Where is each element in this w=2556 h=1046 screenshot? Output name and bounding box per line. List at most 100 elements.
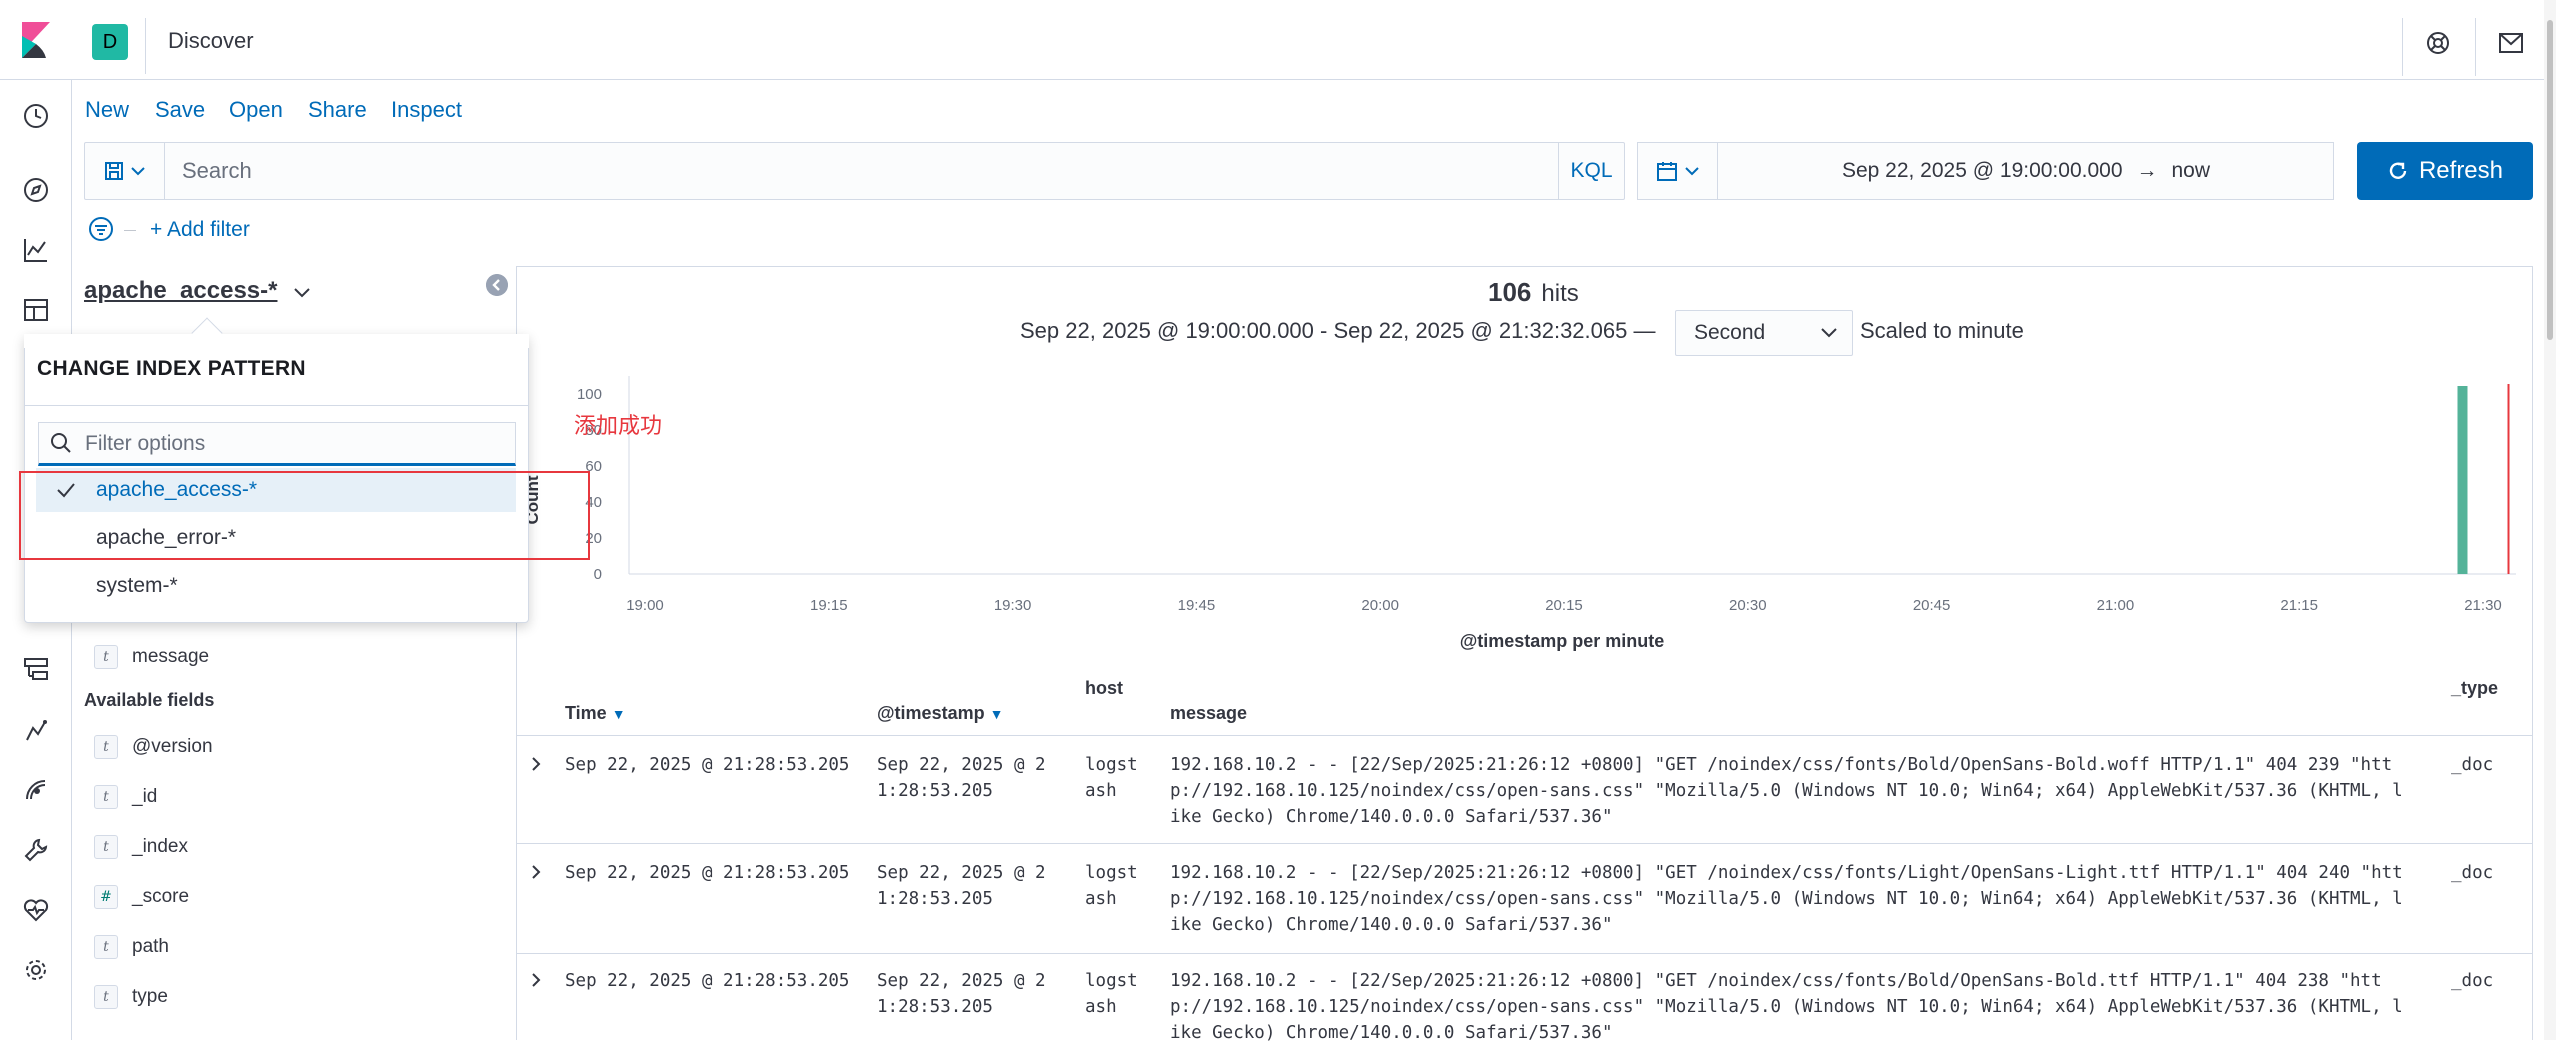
filter-options-input[interactable] <box>83 427 503 461</box>
x-tick-label: 19:00 <box>626 597 664 614</box>
search-input[interactable] <box>168 143 1556 199</box>
cell-line: 192.168.10.2 - - [22/Sep/2025:21:26:12 +… <box>1170 971 2382 991</box>
cell-line: 1:28:53.205 <box>877 781 993 801</box>
cell-line: ike Gecko) Chrome/140.0.0.0 Safari/537.3… <box>1170 915 1613 935</box>
cell-line: p://192.168.10.125/noindex/css/open-sans… <box>1170 889 2403 909</box>
expand-row-icon[interactable] <box>526 970 546 990</box>
column-header-host[interactable]: host <box>1085 678 1123 699</box>
inspect-button[interactable]: Inspect <box>391 97 462 123</box>
cell-time: Sep 22, 2025 @ 21:28:53.205 <box>565 971 850 991</box>
chevron-down-icon[interactable] <box>292 282 312 302</box>
monitoring-heart-icon[interactable] <box>18 892 54 928</box>
cell-line: Sep 22, 2025 @ 2 <box>877 755 1046 775</box>
cell-line: p://192.168.10.125/noindex/css/open-sans… <box>1170 997 2403 1017</box>
chevron-down-icon <box>1684 167 1699 176</box>
cell-host: logst ash <box>1085 860 1138 912</box>
dashboard-icon[interactable] <box>18 292 54 328</box>
column-header-time[interactable]: Time ▼ <box>565 703 626 724</box>
sort-down-icon[interactable]: ▼ <box>990 706 1004 722</box>
x-axis-label: @timestamp per minute <box>1460 631 1665 651</box>
row-divider <box>517 953 2533 954</box>
string-type-icon: t <box>94 835 118 859</box>
help-icon[interactable] <box>2423 28 2453 58</box>
field-item[interactable]: # _score <box>94 882 189 912</box>
cell-line: Sep 22, 2025 @ 2 <box>877 971 1046 991</box>
recent-clock-icon[interactable] <box>18 98 54 134</box>
field-name: _index <box>132 836 188 857</box>
query-language-button[interactable]: KQL <box>1558 143 1624 199</box>
x-tick-label: 20:45 <box>1913 597 1951 614</box>
dev-tools-wrench-icon[interactable] <box>18 832 54 868</box>
refresh-button[interactable]: Refresh <box>2357 142 2533 200</box>
cell-line: logst <box>1085 755 1138 775</box>
apm-icon[interactable] <box>18 713 54 749</box>
cell-time: Sep 22, 2025 @ 21:28:53.205 <box>565 863 850 883</box>
infrastructure-icon[interactable] <box>18 651 54 687</box>
start-date[interactable]: Sep 22, 2025 @ 19:00:00.000 <box>1842 159 2123 183</box>
row-divider <box>517 843 2533 844</box>
discover-compass-icon[interactable] <box>18 172 54 208</box>
histogram-bar <box>2457 386 2468 574</box>
visualize-chart-icon[interactable] <box>18 232 54 268</box>
space-avatar[interactable]: D <box>92 24 128 60</box>
x-tick-label: 20:00 <box>1361 597 1399 614</box>
x-tick-label: 19:45 <box>1178 597 1216 614</box>
kibana-logo-icon[interactable] <box>22 22 50 58</box>
field-item[interactable]: t _id <box>94 782 157 812</box>
sort-down-icon[interactable]: ▼ <box>612 706 626 722</box>
cell-line: ike Gecko) Chrome/140.0.0.0 Safari/537.3… <box>1170 1023 1613 1043</box>
column-header-timestamp[interactable]: @timestamp ▼ <box>877 703 1003 724</box>
cell-line: Sep 22, 2025 @ 2 <box>877 863 1046 883</box>
filter-menu-icon[interactable] <box>88 216 114 242</box>
cell-host: logst ash <box>1085 968 1138 1020</box>
histogram-chart[interactable]: Count 020406080100 19:00 19:15 19:30 19:45 2… <box>516 370 2533 660</box>
cell-time: Sep 22, 2025 @ 21:28:53.205 <box>565 755 850 775</box>
cell-timestamp: Sep 22, 2025 @ 2 1:28:53.205 <box>877 752 1046 804</box>
interval-select[interactable]: Second <box>1675 310 1853 356</box>
mail-icon[interactable] <box>2496 28 2526 58</box>
popover-title: CHANGE INDEX PATTERN <box>37 357 306 380</box>
field-item[interactable]: t type <box>94 982 168 1012</box>
highlight-annotation-box <box>19 471 590 560</box>
collapse-sidebar-icon[interactable] <box>486 274 508 296</box>
string-type-icon: t <box>94 985 118 1009</box>
column-header-message[interactable]: message <box>1170 703 1247 724</box>
field-item[interactable]: t @version <box>94 732 213 762</box>
cell-line: 1:28:53.205 <box>877 997 993 1017</box>
saved-query-button[interactable] <box>85 143 165 199</box>
column-label: Time <box>565 703 607 723</box>
x-tick-label: 19:30 <box>994 597 1032 614</box>
field-name: message <box>132 646 210 667</box>
refresh-label: Refresh <box>2418 157 2504 184</box>
uptime-icon[interactable] <box>18 772 54 808</box>
end-date[interactable]: now <box>2172 159 2211 183</box>
expand-row-icon[interactable] <box>526 754 546 774</box>
field-item[interactable]: t path <box>94 932 169 962</box>
cell-message: 192.168.10.2 - - [22/Sep/2025:21:26:12 +… <box>1170 968 2403 1046</box>
cell-line: 192.168.10.2 - - [22/Sep/2025:21:26:12 +… <box>1170 755 2393 775</box>
divider <box>24 405 529 406</box>
new-button[interactable]: New <box>85 97 129 123</box>
open-button[interactable]: Open <box>229 97 283 123</box>
quick-date-button[interactable] <box>1638 143 1718 199</box>
management-gear-icon[interactable] <box>18 952 54 988</box>
row-divider <box>517 735 2533 736</box>
index-option-system[interactable]: system-* <box>36 564 516 608</box>
field-item[interactable]: t _index <box>94 832 188 862</box>
x-tick-label: 20:30 <box>1729 597 1767 614</box>
scrollbar-thumb[interactable] <box>2547 20 2553 340</box>
cell-line: logst <box>1085 971 1138 991</box>
interval-value: Second <box>1694 321 1766 344</box>
save-button[interactable]: Save <box>155 97 205 123</box>
column-header-type[interactable]: _type <box>2451 678 2498 699</box>
cell-line: p://192.168.10.125/noindex/css/open-sans… <box>1170 781 2403 801</box>
index-pattern-title[interactable]: apache_access-* <box>84 277 277 305</box>
selected-field-message[interactable]: t message <box>94 642 209 672</box>
top-header <box>0 0 2556 80</box>
share-button[interactable]: Share <box>308 97 367 123</box>
date-range-display[interactable]: Sep 22, 2025 @ 19:00:00.000 → now <box>1720 143 2332 199</box>
filter-options-field[interactable] <box>38 422 516 466</box>
save-disk-icon <box>104 162 123 180</box>
expand-row-icon[interactable] <box>526 862 546 882</box>
add-filter-button[interactable]: + Add filter <box>150 218 250 242</box>
